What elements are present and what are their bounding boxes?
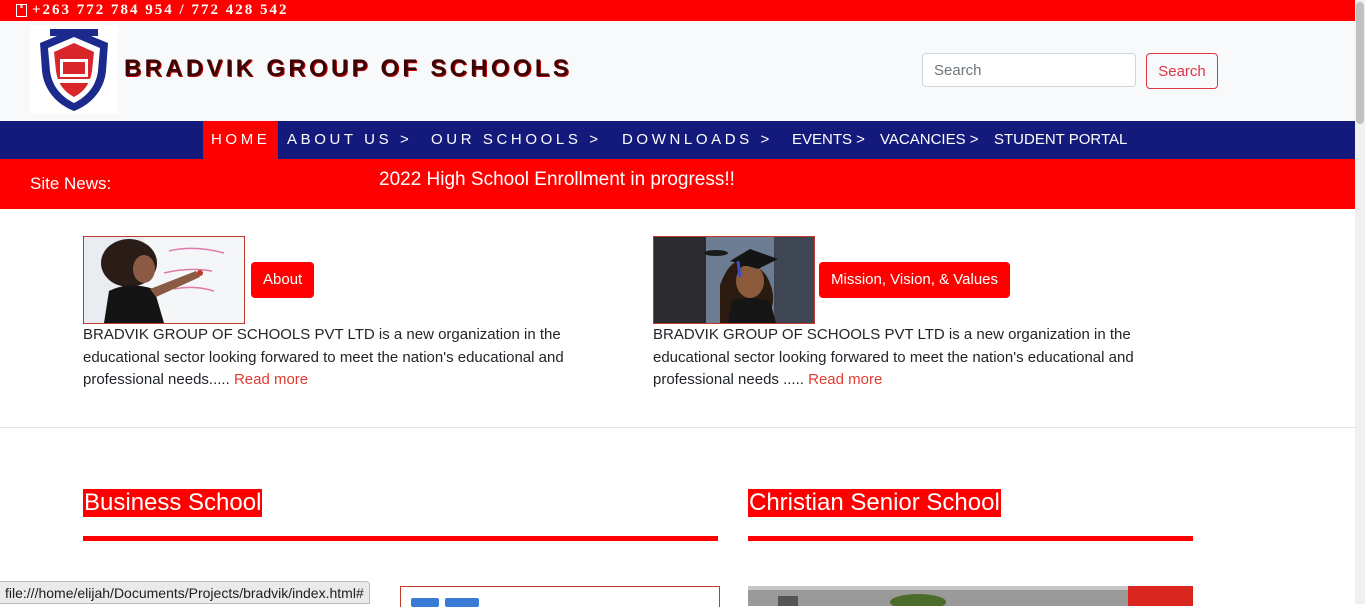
nav-student-portal[interactable]: STUDENT PORTAL [994,121,1127,159]
business-school-heading: Business School [83,489,263,517]
search-input[interactable] [922,53,1136,87]
browser-status-url: file:///home/elijah/Documents/Projects/b… [0,581,370,604]
site-news-bar: Site News: 2022 High School Enrollment i… [0,159,1355,209]
news-ticker-text: 2022 High School Enrollment in progress!… [379,169,735,190]
nav-home[interactable]: HOME [203,121,279,159]
about-read-more-link[interactable]: Read more [234,371,308,388]
business-school-underline [83,536,718,541]
christian-senior-school-heading: Christian Senior School [748,489,1001,517]
nav-about-us[interactable]: ABOUT US > [287,121,412,159]
nav-vacancies[interactable]: VACANCIES > [880,121,979,159]
scrollbar-thumb[interactable] [1356,2,1364,124]
contact-phones: +263 772 784 954 / 772 428 542 [32,2,289,18]
news-label: Site News: [30,174,112,193]
about-card-text: BRADVIK GROUP OF SCHOOLS PVT LTD is a ne… [83,324,603,392]
site-header: BRADVIK GROUP OF SCHOOLS Search [0,21,1355,121]
school-logo[interactable] [30,25,118,114]
phone-icon: ☎ [16,4,27,17]
nav-our-schools[interactable]: OUR SCHOOLS > [431,121,602,159]
mission-vision-values-button[interactable]: Mission, Vision, & Values [819,262,1011,298]
search-button[interactable]: Search [1146,53,1218,89]
top-contact-bar: ☎ +263 772 784 954 / 772 428 542 [0,0,1355,21]
christian-senior-school-image [748,586,1193,606]
about-button[interactable]: About [251,262,315,298]
about-description: BRADVIK GROUP OF SCHOOLS PVT LTD is a ne… [83,326,564,388]
mission-read-more-link[interactable]: Read more [808,371,882,388]
mission-image [653,236,815,324]
main-navigation: HOME ABOUT US > OUR SCHOOLS > DOWNLOADS … [0,121,1355,159]
mission-card-text: BRADVIK GROUP OF SCHOOLS PVT LTD is a ne… [653,324,1153,392]
about-image [83,236,245,324]
site-title[interactable]: BRADVIK GROUP OF SCHOOLS [124,55,572,83]
christian-senior-school-underline [748,536,1193,541]
nav-events[interactable]: EVENTS > [792,121,865,159]
nav-downloads[interactable]: DOWNLOADS > [622,121,773,159]
mission-description: BRADVIK GROUP OF SCHOOLS PVT LTD is a ne… [653,326,1134,388]
section-divider [0,427,1355,428]
